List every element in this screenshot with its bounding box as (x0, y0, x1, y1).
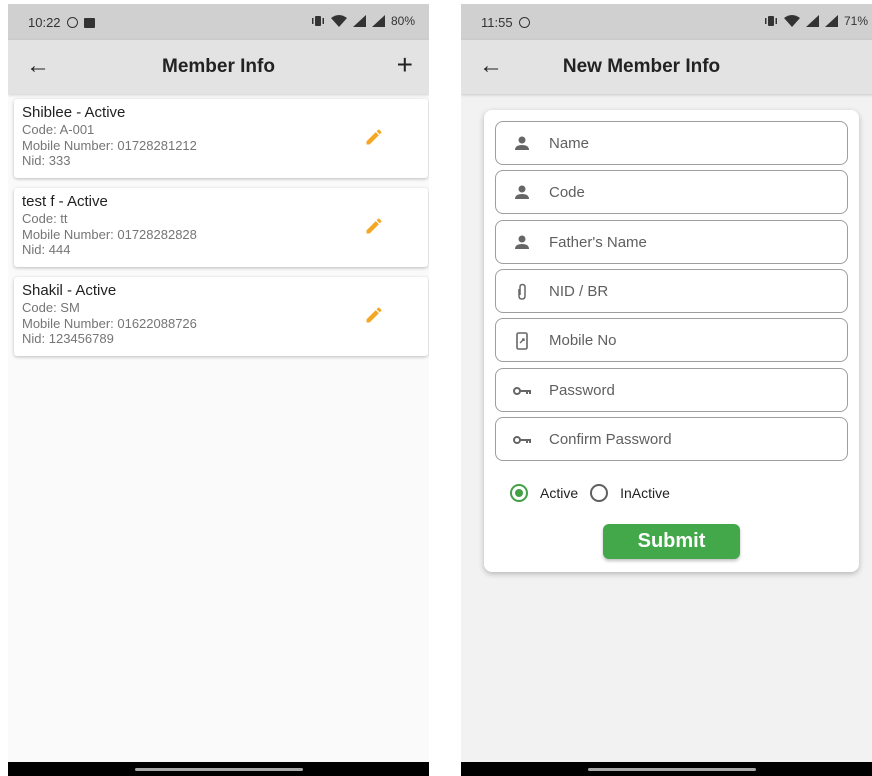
attachment-icon (518, 283, 526, 300)
inactive-radio[interactable] (590, 484, 609, 502)
status-time: 10:22 (28, 15, 61, 30)
person-icon (515, 136, 529, 150)
new-member-form: Name Code Father's Name NID / BR Mobile … (484, 110, 859, 572)
phone-icon (516, 332, 528, 350)
app-bar: ← New Member Info (461, 40, 872, 94)
inactive-label[interactable]: InActive (620, 485, 670, 501)
person-icon (515, 235, 529, 249)
status-time: 11:55 (481, 15, 513, 30)
system-nav-bar (461, 762, 872, 776)
confirm-password-field[interactable]: Confirm Password (495, 417, 848, 461)
submit-button[interactable]: Submit (603, 524, 740, 559)
member-nid: Nid: 444 (22, 242, 71, 257)
mobile-no-field[interactable]: Mobile No (495, 318, 848, 362)
gallery-notification-icon (83, 18, 95, 28)
key-icon (513, 387, 531, 395)
member-card[interactable]: test f - Active Code: tt Mobile Number: … (14, 188, 428, 267)
confirm-password-placeholder: Confirm Password (549, 431, 672, 448)
code-placeholder: Code (549, 184, 585, 201)
home-gesture-handle[interactable] (134, 768, 303, 771)
app-bar: ← Member Info + (8, 40, 429, 94)
member-name-status: Shiblee - Active (22, 104, 126, 121)
new-member-screen: 11:55 71% ← New Member Info Name Code Fa… (461, 4, 872, 776)
edit-pencil-icon[interactable] (364, 127, 384, 147)
signal-icon (352, 15, 366, 27)
edit-pencil-icon[interactable] (364, 305, 384, 325)
code-field[interactable]: Code (495, 170, 848, 214)
member-card[interactable]: Shiblee - Active Code: A-001 Mobile Numb… (14, 99, 428, 178)
signal-icon-2 (371, 15, 385, 27)
vibrate-icon (764, 16, 777, 26)
member-list-screen: 10:22 80% ← Member Info + Shiblee - Acti… (8, 4, 429, 776)
fathers-name-placeholder: Father's Name (549, 234, 647, 251)
home-gesture-handle[interactable] (587, 768, 756, 771)
key-icon (513, 436, 531, 444)
member-nid: Nid: 123456789 (22, 331, 114, 346)
signal-icon (805, 15, 819, 27)
status-radio-group: Active InActive (510, 481, 682, 505)
name-field[interactable]: Name (495, 121, 848, 165)
edit-pencil-icon[interactable] (364, 216, 384, 236)
password-placeholder: Password (549, 382, 615, 399)
person-icon (515, 185, 529, 199)
member-card[interactable]: Shakil - Active Code: SM Mobile Number: … (14, 277, 428, 356)
add-member-button[interactable]: + (397, 50, 413, 80)
password-field[interactable]: Password (495, 368, 848, 412)
name-placeholder: Name (549, 135, 590, 152)
member-name-status: test f - Active (22, 193, 108, 210)
vibrate-icon (311, 16, 324, 26)
status-bar: 11:55 71% (461, 4, 872, 40)
nid-br-placeholder: NID / BR (549, 283, 609, 300)
mobile-no-placeholder: Mobile No (549, 332, 617, 349)
signal-icon-2 (824, 15, 838, 27)
active-label[interactable]: Active (540, 485, 578, 501)
wifi-icon (783, 15, 800, 27)
active-radio[interactable] (510, 484, 528, 502)
member-nid: Nid: 333 (22, 153, 71, 168)
member-name-status: Shakil - Active (22, 282, 117, 299)
status-bar: 10:22 80% (8, 4, 429, 40)
notification-circle-icon (518, 17, 530, 28)
battery-text: 80% (390, 14, 415, 28)
page-title: New Member Info (562, 56, 721, 77)
system-nav-bar (8, 762, 429, 776)
fathers-name-field[interactable]: Father's Name (495, 220, 848, 264)
wifi-icon (330, 15, 347, 27)
battery-text: 71% (843, 14, 868, 28)
notification-circle-icon (66, 17, 78, 28)
nid-br-field[interactable]: NID / BR (495, 269, 848, 313)
page-title: Member Info (162, 56, 275, 77)
